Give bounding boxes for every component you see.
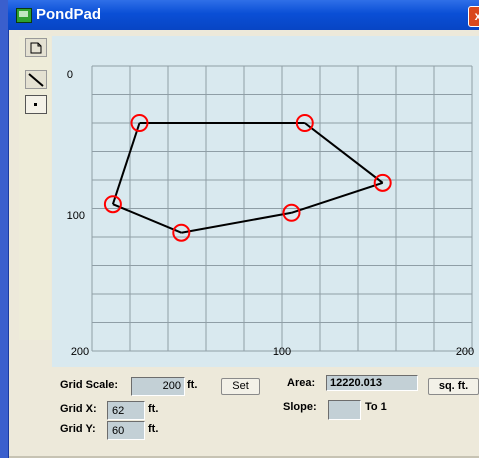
slope-field[interactable] (328, 400, 361, 420)
pond-outline (111, 122, 384, 234)
drawing-canvas[interactable]: 200 100 200 0 100 (52, 36, 479, 367)
close-button[interactable]: x (468, 6, 479, 27)
pondpad-window: PondPad x 200 100 200 0 100 Grid Scale: … (0, 0, 479, 458)
area-unit-button[interactable]: sq. ft. (428, 378, 479, 395)
area-label: Area: (287, 377, 316, 389)
grid-scale-field[interactable]: 200 (131, 377, 185, 396)
x-tick-label-right: 200 (456, 346, 474, 358)
grid-y-field[interactable]: 60 (107, 421, 145, 440)
vertex-markers (103, 114, 392, 242)
slope-label: Slope: (283, 401, 317, 413)
point-tool-button[interactable] (25, 95, 47, 114)
y-tick-label-middle: 100 (67, 210, 85, 222)
set-button[interactable]: Set (221, 378, 260, 395)
pond-edge-5 (111, 122, 141, 205)
grid-scale-label: Grid Scale: (60, 379, 119, 391)
area-field: 12220.013 (326, 375, 418, 391)
grid-x-label: Grid X: (60, 403, 97, 415)
point-icon (34, 103, 37, 106)
pond-edge-1 (304, 122, 384, 184)
grid-lines (91, 65, 473, 352)
pondpad-app-icon (16, 8, 32, 23)
window-title: PondPad (36, 6, 102, 23)
line-icon (28, 73, 44, 87)
slope-suffix: To 1 (365, 401, 387, 413)
rectangle-tool-button[interactable] (25, 38, 47, 57)
grid-x-unit: ft. (148, 403, 159, 415)
grid-y-label: Grid Y: (60, 423, 96, 435)
grid-y-unit: ft. (148, 423, 159, 435)
pond-edge-3 (181, 211, 292, 234)
pond-plot[interactable]: 200 100 200 0 100 (52, 36, 479, 367)
y-tick-label-top: 0 (67, 69, 73, 81)
line-tool-button[interactable] (25, 70, 47, 89)
close-icon: x (474, 9, 479, 23)
x-tick-label-middle: 100 (273, 346, 291, 358)
grid-x-field[interactable]: 62 (107, 401, 145, 420)
rectangle-icon (30, 42, 42, 54)
grid-scale-unit: ft. (187, 379, 198, 391)
x-tick-label-left: 200 (71, 346, 89, 358)
window-left-border (0, 0, 9, 458)
